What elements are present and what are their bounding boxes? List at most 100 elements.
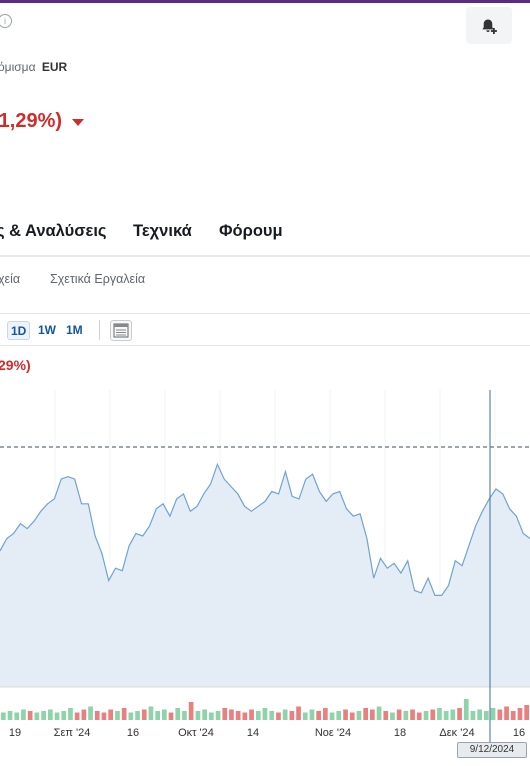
volume-bar (504, 706, 509, 720)
volume-bar (168, 712, 174, 720)
volume-bar (115, 711, 120, 720)
x-tick-label: Οκτ '24 (178, 727, 214, 739)
tab-technical[interactable]: Τεχνικά (133, 222, 192, 241)
volume-bar (215, 711, 221, 720)
volume-bar (376, 706, 382, 720)
x-tick-label: 16 (513, 727, 525, 739)
volume-bar (121, 708, 127, 720)
down-arrow-icon (72, 119, 85, 126)
volume-bar (517, 708, 523, 720)
volume-bar (323, 708, 328, 720)
volume-bar (443, 711, 449, 720)
volume-bar (242, 712, 248, 720)
x-tick-label: Νοε '24 (315, 727, 351, 739)
volume-bar (262, 708, 268, 720)
volume-bar (1, 712, 6, 720)
volume-bar (229, 709, 234, 720)
volume-bar (276, 712, 281, 720)
volume-bar (34, 712, 40, 720)
volume-bar (255, 711, 261, 720)
volume-bar (463, 699, 469, 720)
volume-bar (209, 712, 214, 720)
volume-bar (202, 709, 207, 720)
x-tick-label: 14 (247, 727, 259, 739)
volume-bar (235, 711, 241, 720)
volume-bar (490, 708, 496, 720)
volume-bar (7, 711, 13, 720)
volume-bar (484, 711, 489, 720)
subtab-data[interactable]: χεία (0, 272, 20, 286)
volume-bar (316, 711, 321, 720)
volume-bar (222, 708, 228, 720)
chart-toolbar: 1D 1W 1M (0, 313, 530, 346)
volume-bar (343, 709, 348, 720)
volume-bar (108, 709, 113, 720)
volume-bar (349, 712, 355, 720)
volume-bar (81, 709, 87, 720)
volume-bar (356, 711, 362, 720)
volume-bar (296, 706, 301, 720)
currency-info: όμισμα EUR (0, 60, 67, 74)
volume-bar (148, 706, 154, 720)
timeframe-1m-button[interactable]: 1M (63, 321, 86, 340)
volume-bar (416, 712, 422, 720)
volume-bar (289, 711, 295, 720)
volume-bar (74, 712, 80, 720)
x-tick-label: 18 (394, 727, 406, 739)
tab-forum[interactable]: Φόρουμ (219, 222, 283, 241)
bell-plus-icon (482, 19, 497, 34)
volume-bar (410, 709, 415, 720)
toolbar-divider (99, 320, 100, 340)
currency-value: EUR (41, 60, 68, 74)
volume-bar (128, 712, 134, 720)
info-icon[interactable]: i (0, 14, 12, 28)
timeframe-1d-button[interactable]: 1D (7, 321, 31, 340)
chart-type-button[interactable] (110, 320, 132, 341)
volume-bars (1, 699, 529, 720)
volume-bar (524, 705, 529, 720)
volume-bar (363, 708, 368, 720)
x-axis-labels: 19 Σεπ '24 16 Οκτ '24 14 Νοε '24 18 Δεκ '24 16 (9, 727, 525, 739)
x-tick-label: Σεπ '24 (54, 727, 91, 739)
volume-bar (437, 708, 442, 720)
top-accent-bar (0, 0, 530, 3)
volume-bar (41, 711, 46, 720)
volume-bar (135, 711, 140, 720)
volume-bar (430, 709, 436, 720)
timeframe-1w-button[interactable]: 1W (35, 321, 59, 340)
volume-bar (470, 711, 476, 720)
price-change: -1,29%) (0, 110, 85, 133)
tab-news-analysis[interactable]: ς & Αναλύσεις (0, 222, 107, 241)
volume-bar (450, 709, 456, 720)
volume-bar (175, 708, 181, 720)
crosshair-date-label: 9/12/2024 (457, 742, 527, 758)
volume-bar (309, 709, 315, 720)
volume-bar (27, 711, 33, 720)
volume-bar (188, 702, 194, 720)
volume-bar (457, 708, 462, 720)
price-change-text: -1,29%) (0, 110, 63, 132)
add-alert-button[interactable] (466, 7, 512, 44)
volume-bar (497, 709, 503, 720)
volume-bar (390, 712, 395, 720)
volume-bar (302, 712, 308, 720)
volume-bar (336, 711, 342, 720)
subtab-related-tools[interactable]: Σχετικά Εργαλεία (50, 272, 145, 286)
price-chart[interactable]: 19 Σεπ '24 16 Οκτ '24 14 Νοε '24 18 Δεκ '24 16 (0, 380, 530, 742)
volume-bar (403, 711, 409, 720)
volume-bar (141, 709, 147, 720)
volume-bar (94, 711, 100, 720)
volume-bar (14, 712, 20, 720)
volume-bar (68, 708, 73, 720)
volume-bar (423, 711, 429, 720)
volume-bar (101, 712, 107, 720)
volume-bar (269, 711, 275, 720)
chart-change-percent: 29%) (0, 357, 31, 373)
x-tick-label: Δεκ '24 (439, 727, 474, 739)
main-tabs: ς & Αναλύσεις Τεχνικά Φόρουμ (0, 220, 530, 257)
volume-bar (182, 711, 187, 720)
volume-bar (48, 709, 53, 720)
volume-bar (162, 709, 167, 720)
candlestick-chart-icon (113, 323, 129, 338)
volume-bar (54, 712, 60, 720)
